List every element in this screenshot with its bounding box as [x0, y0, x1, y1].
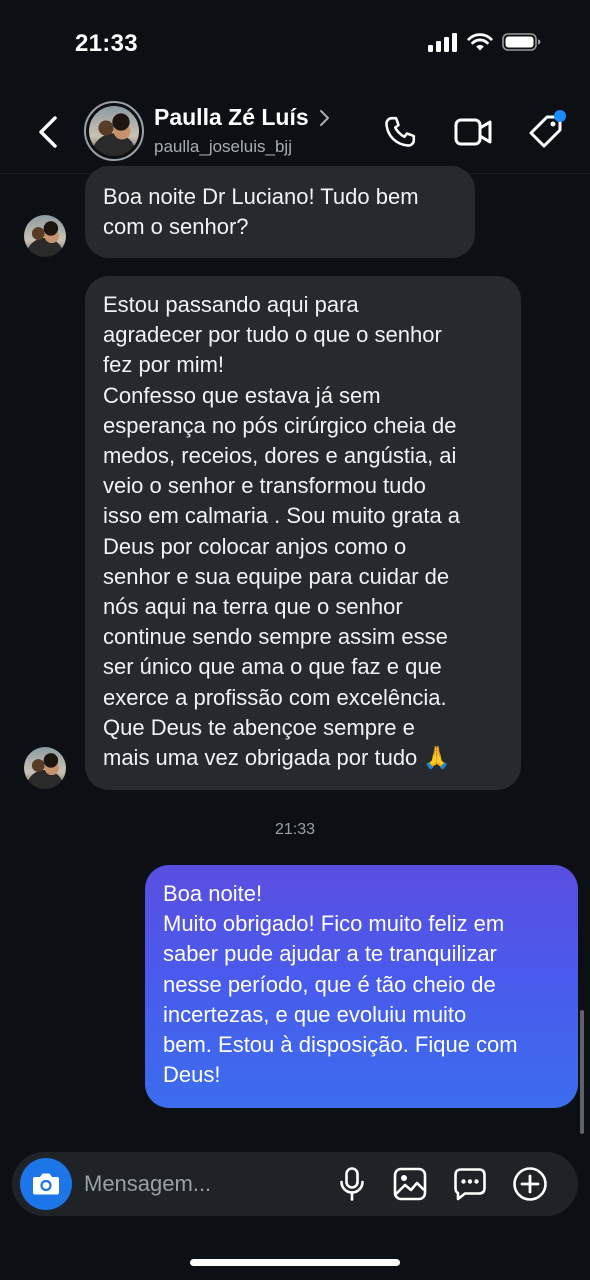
message-line: medos, receios, dores e angústia, ai: [103, 443, 457, 469]
message-line: incertezas, e que evoluiu muito: [163, 1001, 467, 1027]
message-line: mais uma vez obrigada por tudo 🙏: [103, 745, 451, 771]
wifi-icon: [467, 33, 493, 51]
message-line: esperança no pós cirúrgico cheia de: [103, 412, 457, 438]
message-line: Que Deus te abençoe sempre e: [103, 714, 415, 740]
voice-message-button[interactable]: [332, 1164, 372, 1204]
microphone-icon: [340, 1167, 364, 1201]
tag-button[interactable]: [524, 110, 568, 154]
message-line: fez por mim!: [103, 352, 225, 378]
chevron-right-icon: [319, 109, 329, 126]
phone-icon: [385, 116, 416, 147]
message-input[interactable]: [84, 1164, 324, 1204]
message-timestamp: 21:33: [274, 821, 316, 838]
contact-info[interactable]: Paulla Zé Luís paulla_joseluis_bjj: [154, 104, 331, 157]
message-line: Muito obrigado! Fico muito feliz em: [163, 911, 505, 937]
message-line: isso em calmaria . Sou muito grata a: [103, 503, 461, 529]
message-line: com o senhor?: [103, 214, 249, 240]
message-line: Boa noite!: [163, 881, 263, 906]
message-line: nós aqui na terra que o senhor: [103, 594, 403, 620]
message-line: veio o senhor e transformou tudo: [103, 473, 426, 499]
message-line: exerce a profissão com excelência.: [103, 684, 447, 710]
message-line: Deus por colocar anjos como o: [103, 533, 407, 559]
battery-icon: [502, 33, 541, 51]
message-line: continue sendo sempre assim esse: [103, 624, 448, 650]
avatar-photo: [89, 106, 139, 156]
chat-bubble-icon: [454, 1168, 486, 1201]
sender-avatar[interactable]: [24, 747, 66, 789]
notification-dot: [554, 110, 566, 122]
contact-name: Paulla Zé Luís: [154, 104, 309, 130]
chat-header: Paulla Zé Luís paulla_joseluis_bjj: [0, 88, 590, 174]
message-line: nesse período, que é tão cheio de: [163, 971, 496, 997]
message-bubble-outgoing[interactable]: Boa noite! Muito obrigado! Fico muito fe…: [145, 865, 578, 1108]
message-line: bem. Estou à disposição. Fique com: [163, 1032, 518, 1058]
contact-avatar[interactable]: [84, 101, 144, 161]
message-line: agradecer por tudo o que o senhor: [103, 322, 442, 348]
chevron-left-icon: [39, 116, 57, 148]
message-line: saber pude ajudar a te tranquilizar: [163, 941, 497, 967]
scrollbar[interactable]: [580, 1010, 584, 1134]
video-camera-icon: [454, 118, 492, 146]
status-icons: [428, 32, 542, 52]
message-line: Confesso que estava já sem: [103, 382, 381, 408]
call-button[interactable]: [378, 110, 422, 154]
chat-screen: 21:33 Paulla Zé Luís paulla_joseluis_bjj…: [0, 0, 590, 1280]
signal-icon: [428, 33, 457, 52]
home-indicator[interactable]: [190, 1259, 400, 1266]
message-composer: [12, 1152, 578, 1216]
video-call-button[interactable]: [451, 110, 495, 154]
camera-button[interactable]: [20, 1158, 72, 1210]
image-icon: [393, 1167, 427, 1201]
sticker-button[interactable]: [450, 1164, 490, 1204]
message-line: Deus!: [163, 1062, 221, 1088]
gallery-button[interactable]: [390, 1164, 430, 1204]
message-line: ser único que ama o que faz e que: [103, 654, 442, 680]
back-button[interactable]: [30, 110, 66, 154]
add-button[interactable]: [510, 1164, 550, 1204]
contact-username: paulla_joseluis_bjj: [154, 137, 292, 156]
status-time: 21:33: [75, 30, 138, 57]
camera-icon: [33, 1173, 59, 1195]
message-line: senhor e sua equipe para cuidar de: [103, 563, 450, 589]
message-line: Boa noite Dr Luciano! Tudo bem: [103, 184, 419, 209]
message-line: Estou passando aqui para: [103, 292, 359, 317]
plus-circle-icon: [513, 1167, 547, 1201]
sender-avatar[interactable]: [24, 215, 66, 257]
message-bubble-incoming[interactable]: Boa noite Dr Luciano! Tudo bem com o sen…: [85, 166, 475, 258]
message-bubble-incoming[interactable]: Estou passando aqui para agradecer por t…: [85, 276, 521, 790]
